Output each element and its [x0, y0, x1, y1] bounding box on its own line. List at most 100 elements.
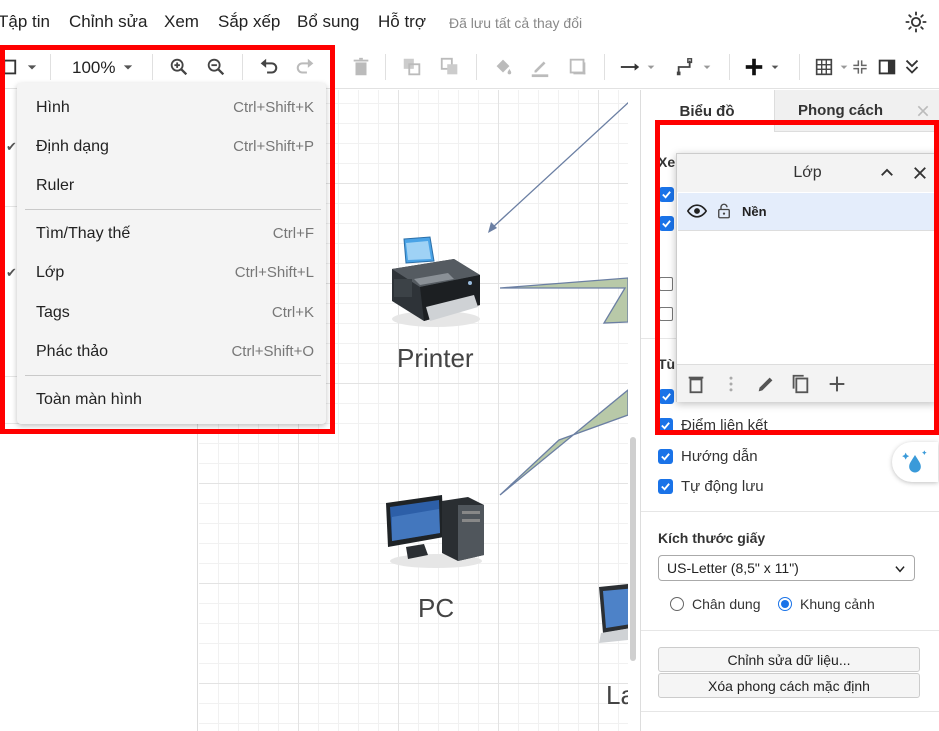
zoom-in-icon[interactable] — [166, 54, 192, 80]
zoom-level[interactable]: 100% — [72, 58, 115, 78]
view-menu: Hình Ctrl+Shift+K ✔ Định dạng Ctrl+Shift… — [6, 83, 326, 424]
view-menu-item-layers[interactable]: ✔ Lớp Ctrl+Shift+L — [6, 254, 326, 292]
view-menu-item-find-replace[interactable]: Tìm/Thay thế Ctrl+F — [17, 215, 326, 253]
radio-portrait[interactable] — [670, 597, 684, 611]
checkbox-connection-arrows[interactable] — [659, 389, 674, 404]
node-label-pc[interactable]: PC — [418, 593, 454, 624]
edge-arrowhead — [488, 222, 497, 233]
menu-item-shortcut: Ctrl+Shift+O — [231, 343, 314, 360]
edge-to-printer[interactable] — [490, 102, 628, 230]
menu-file[interactable]: Tập tin — [0, 12, 50, 32]
autosave-label: Tự động lưu — [681, 478, 764, 495]
menu-divider — [25, 209, 321, 210]
guides-label: Hướng dẫn — [681, 448, 758, 465]
view-menu-item-shapes[interactable]: Hình Ctrl+Shift+K — [17, 89, 326, 127]
menu-item-label: Phác thảo — [36, 343, 109, 360]
node-label-printer[interactable]: Printer — [397, 343, 474, 374]
edit-layer-icon[interactable] — [755, 373, 777, 400]
view-menu-item-tags[interactable]: Tags Ctrl+K — [17, 294, 326, 332]
lock-icon[interactable] — [715, 201, 733, 226]
delete-layer-icon[interactable] — [685, 373, 707, 400]
insert-dropdown-icon[interactable] — [767, 54, 783, 80]
clear-default-style-button[interactable]: Xóa phong cách mặc định — [658, 673, 920, 698]
insert-plus-icon[interactable] — [741, 54, 767, 80]
pc-icon[interactable] — [384, 493, 488, 569]
to-back-icon[interactable] — [437, 54, 463, 80]
redo-icon[interactable] — [293, 54, 319, 80]
checkbox-connection-points[interactable] — [658, 418, 673, 433]
waypoints-icon[interactable] — [673, 54, 699, 80]
portrait-label: Chân dung — [692, 596, 761, 612]
checkbox-page-view[interactable] — [659, 216, 674, 231]
menu-extras[interactable]: Bổ sung — [297, 12, 359, 32]
delete-icon[interactable] — [348, 54, 374, 80]
option-autosave[interactable]: Tự động lưu — [658, 478, 764, 495]
more-vertical-icon[interactable] — [721, 373, 741, 400]
connection-dropdown-icon[interactable] — [643, 54, 659, 80]
menu-item-shortcut: Ctrl+Shift+L — [234, 264, 314, 281]
layer-row[interactable]: Nền — [678, 193, 937, 231]
edit-data-button[interactable]: Chỉnh sửa dữ liệu... — [658, 647, 920, 672]
option-landscape[interactable]: Khung cảnh — [778, 596, 875, 612]
waypoints-dropdown-icon[interactable] — [699, 54, 715, 80]
radio-landscape[interactable] — [778, 597, 792, 611]
view-menu-item-fullscreen[interactable]: Toàn màn hình — [17, 381, 326, 419]
checkbox-guides[interactable] — [658, 449, 673, 464]
undo-icon[interactable] — [255, 54, 281, 80]
paper-size-value: US-Letter (8,5" x 11") — [667, 560, 799, 576]
sparkle-icon[interactable] — [892, 442, 938, 482]
callout-shape-printer[interactable] — [499, 277, 628, 324]
option-guides[interactable]: Hướng dẫn — [658, 448, 758, 465]
line-color-icon[interactable] — [527, 54, 553, 80]
connection-arrow-icon[interactable] — [617, 54, 643, 80]
menu-arrange[interactable]: Sắp xếp — [218, 12, 280, 32]
duplicate-layer-icon[interactable] — [789, 373, 811, 400]
view-menu-item-ruler[interactable]: Ruler — [17, 167, 326, 205]
format-panel-toggle-icon[interactable] — [874, 54, 900, 80]
menu-item-label: Ruler — [36, 177, 75, 194]
option-portrait[interactable]: Chân dung — [670, 596, 761, 612]
zoom-dropdown-icon[interactable] — [118, 54, 138, 80]
checkbox-autosave[interactable] — [658, 479, 673, 494]
panel-toggle-icon[interactable] — [0, 54, 20, 80]
menu-item-label: Lớp — [36, 264, 65, 281]
collapse-icon[interactable] — [850, 54, 870, 80]
printer-icon[interactable] — [384, 235, 488, 331]
tab-style[interactable]: Phong cách — [774, 90, 906, 132]
double-chevron-down-icon[interactable] — [899, 54, 925, 80]
chevron-down-icon[interactable] — [22, 54, 42, 80]
checkbox-shadow[interactable] — [659, 307, 673, 321]
node-label-laptop[interactable]: La — [606, 680, 628, 711]
menu-edit[interactable]: Chỉnh sửa — [69, 12, 147, 32]
tab-diagram[interactable]: Biểu đồ — [641, 90, 773, 132]
laptop-icon[interactable] — [597, 583, 628, 643]
to-front-icon[interactable] — [399, 54, 425, 80]
fill-color-icon[interactable] — [490, 54, 516, 80]
menu-help[interactable]: Hỗ trợ — [378, 12, 426, 32]
checkmark-icon: ✔ — [6, 265, 17, 280]
layer-name[interactable]: Nền — [742, 204, 767, 219]
menu-item-label: Toàn màn hình — [36, 391, 142, 408]
view-menu-item-outline[interactable]: Phác thảo Ctrl+Shift+O — [17, 333, 326, 371]
menu-view[interactable]: Xem — [164, 12, 199, 32]
layers-title: Lớp — [793, 164, 822, 181]
view-menu-item-format[interactable]: ✔ Định dạng Ctrl+Shift+P — [6, 128, 326, 166]
chevron-up-icon[interactable] — [878, 164, 896, 187]
menu-item-shortcut: Ctrl+Shift+P — [233, 138, 314, 155]
sun-icon[interactable] — [905, 11, 927, 33]
checkbox-grid[interactable] — [659, 187, 674, 202]
close-panel-icon[interactable] — [906, 90, 939, 132]
table-icon[interactable] — [811, 54, 837, 80]
shadow-icon[interactable] — [565, 54, 591, 80]
checkbox-background[interactable] — [659, 277, 673, 291]
callout-shape-pc[interactable] — [499, 389, 628, 496]
add-layer-icon[interactable] — [826, 373, 848, 400]
layers-window-title[interactable]: Lớp — [677, 154, 938, 192]
canvas-scrollbar[interactable] — [630, 437, 636, 661]
landscape-label: Khung cảnh — [800, 596, 875, 612]
option-connection-points[interactable]: Điểm liên kết — [658, 417, 768, 434]
close-icon[interactable] — [911, 164, 929, 187]
zoom-out-icon[interactable] — [203, 54, 229, 80]
paper-size-select[interactable]: US-Letter (8,5" x 11") — [658, 555, 915, 581]
eye-icon[interactable] — [686, 201, 708, 226]
